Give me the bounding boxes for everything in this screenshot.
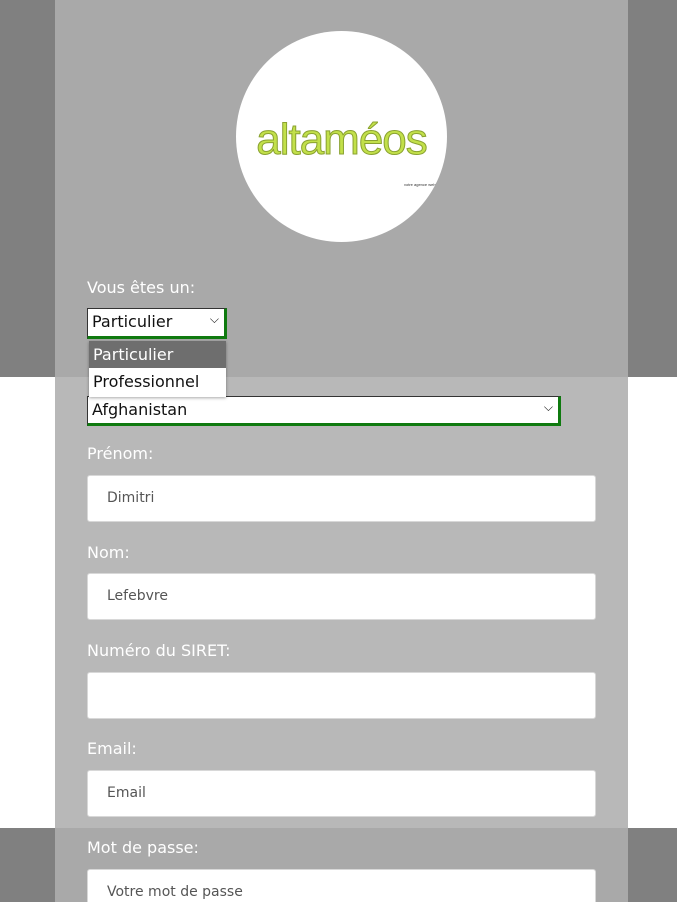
email-input[interactable]: Email xyxy=(87,770,596,817)
logo-tagline: votre agence web xyxy=(404,182,436,187)
type-dropdown: Particulier Professionnel xyxy=(89,341,226,397)
password-input[interactable]: Votre mot de passe xyxy=(87,869,596,902)
chevron-down-icon: ⌵ xyxy=(209,312,219,326)
email-label: Email: xyxy=(87,739,137,758)
logo: altaméos votre agence web xyxy=(236,31,447,242)
type-label: Vous êtes un: xyxy=(87,278,196,297)
prenom-input[interactable]: Dimitri xyxy=(87,475,596,522)
nom-placeholder: Lefebvre xyxy=(107,588,168,604)
prenom-label: Prénom: xyxy=(87,444,154,463)
chevron-down-icon: ⌵ xyxy=(543,400,553,414)
logo-wordmark: altaméos xyxy=(256,115,429,164)
nom-input[interactable]: Lefebvre xyxy=(87,573,596,620)
siret-label: Numéro du SIRET: xyxy=(87,641,231,660)
country-select[interactable]: Afghanistan ⌵ xyxy=(87,396,561,426)
email-placeholder: Email xyxy=(107,785,146,801)
password-placeholder: Votre mot de passe xyxy=(107,884,243,900)
type-option-professionnel[interactable]: Professionnel xyxy=(89,368,226,395)
type-select[interactable]: Particulier ⌵ xyxy=(87,308,227,339)
nom-label: Nom: xyxy=(87,543,130,562)
type-select-value: Particulier xyxy=(92,312,173,331)
country-select-value: Afghanistan xyxy=(92,400,188,419)
password-label: Mot de passe: xyxy=(87,838,199,857)
siret-input[interactable] xyxy=(87,672,596,719)
prenom-placeholder: Dimitri xyxy=(107,490,155,506)
type-option-particulier[interactable]: Particulier xyxy=(89,341,226,368)
